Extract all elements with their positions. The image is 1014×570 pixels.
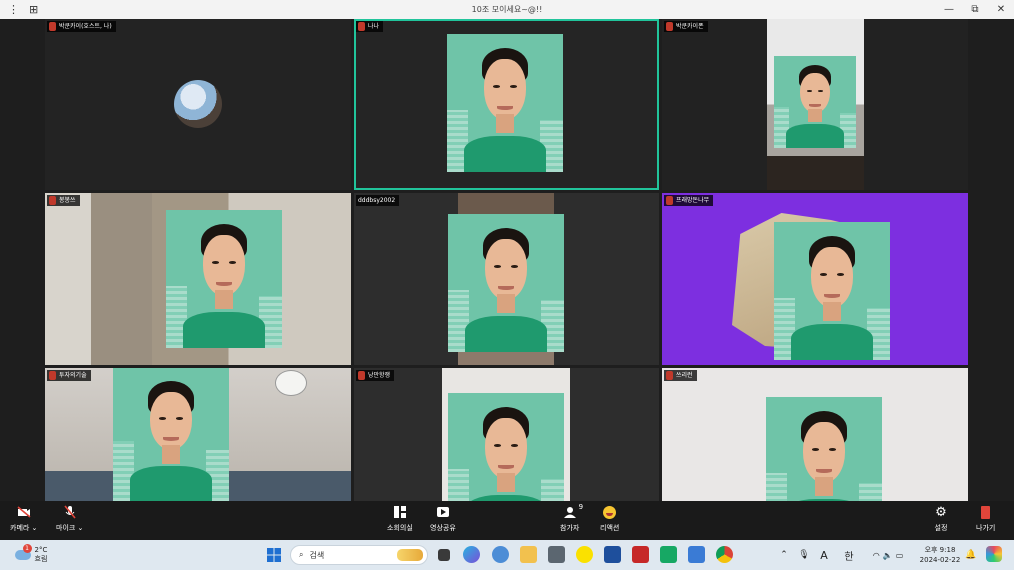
- leave-button[interactable]: 나가기: [976, 505, 995, 533]
- video-grid: 박쿤카이(호스트, 나) 나나 박쿤카이폰 봉봉쓰 dddbsy2002 프래망…: [0, 19, 1014, 501]
- participant-video: [448, 214, 564, 352]
- kakaotalk-icon[interactable]: [576, 546, 593, 563]
- mic-muted-icon: [49, 371, 56, 380]
- share-video-button[interactable]: 영상공유: [430, 505, 456, 533]
- colorful-app-icon[interactable]: [986, 546, 1002, 562]
- video-tile[interactable]: 박쿤카이(호스트, 나): [45, 19, 351, 190]
- file-explorer-icon[interactable]: [520, 546, 537, 563]
- gear-icon: ⚙: [935, 504, 947, 520]
- participant-label: 낭만항쟁: [356, 370, 395, 381]
- notepad-icon[interactable]: [688, 546, 705, 563]
- video-tile[interactable]: 낭만항쟁: [354, 368, 659, 501]
- app-icon-red[interactable]: [632, 546, 649, 563]
- participant-label: 박쿤카이폰: [664, 21, 708, 32]
- video-tile-active[interactable]: 나나: [354, 19, 659, 190]
- play-icon: [436, 505, 450, 519]
- mic-button[interactable]: 마이크 ⌄: [56, 505, 83, 533]
- breakout-room-button[interactable]: 소회의실: [387, 505, 413, 533]
- camera-off-icon: [17, 505, 31, 519]
- participant-video: [448, 393, 564, 501]
- grid-icon[interactable]: ⊞: [29, 3, 38, 16]
- participant-video: [766, 397, 882, 501]
- video-tile[interactable]: 봉봉쓰: [45, 193, 351, 365]
- minimize-button[interactable]: —: [936, 0, 962, 19]
- mic-muted-icon: [666, 196, 673, 205]
- camera-button[interactable]: 카메라 ⌄: [10, 505, 37, 533]
- participant-video: [774, 56, 856, 148]
- more-vertical-icon[interactable]: ⋮: [8, 3, 19, 16]
- participant-video: [774, 222, 890, 360]
- video-tile[interactable]: 투자의기술: [45, 368, 351, 501]
- search-icon: ⌕: [299, 550, 304, 559]
- person-icon: 9: [563, 503, 583, 519]
- reaction-button[interactable]: 리액션: [600, 505, 619, 533]
- calculator-icon[interactable]: [548, 546, 565, 563]
- participant-label: 쓰리런: [664, 370, 697, 381]
- mic-off-icon: [63, 505, 77, 519]
- taskbar-search[interactable]: ⌕ 검색: [290, 545, 428, 565]
- video-tile[interactable]: 박쿤카이폰: [662, 19, 968, 190]
- participant-label: 봉봉쓰: [47, 195, 80, 206]
- mic-muted-icon: [358, 371, 365, 380]
- cloud-icon: 1: [14, 544, 32, 560]
- mic-muted-icon: [666, 371, 673, 380]
- task-view-icon[interactable]: [438, 549, 450, 561]
- volume-muted-icon: 🔈: [882, 550, 893, 560]
- wall-clock: [275, 370, 307, 396]
- mic-muted-icon: [358, 22, 365, 31]
- video-tile[interactable]: 프래망돈나무: [662, 193, 968, 365]
- title-bar: ⋮ ⊞ 10조 모이세요~@!! — ⧉ ✕: [0, 0, 1014, 19]
- participants-button[interactable]: 9 참가자: [560, 503, 583, 533]
- meet-icon[interactable]: [660, 546, 677, 563]
- participant-video: [113, 368, 229, 501]
- window-title: 10조 모이세요~@!!: [471, 5, 543, 14]
- clock[interactable]: 오후 9:18 2024-02-22: [918, 544, 962, 566]
- breakout-icon: [393, 505, 407, 519]
- copilot-icon[interactable]: [463, 546, 480, 563]
- windows-icon: [267, 548, 281, 562]
- network-volume-battery[interactable]: ◠ 🔈 ▭: [866, 548, 910, 562]
- notification-bell-icon[interactable]: 🔔: [965, 549, 976, 561]
- start-button[interactable]: [266, 547, 282, 563]
- participant-label: 나나: [356, 21, 384, 32]
- exit-icon: [979, 505, 993, 519]
- participant-label: dddbsy2002: [356, 195, 400, 206]
- video-tile[interactable]: 쓰리런: [662, 368, 968, 501]
- weather-widget[interactable]: 1 2°C 흐림: [10, 544, 52, 566]
- taskbar: 1 2°C 흐림 ⌕ 검색 ⌃ 🎙 A 한 ◠ 🔈 ▭ 오후 9:18 2024…: [0, 540, 1014, 570]
- video-tile[interactable]: dddbsy2002: [354, 193, 659, 365]
- settings-app-icon[interactable]: [492, 546, 509, 563]
- mic-muted-icon: [49, 196, 56, 205]
- meeting-controls: 카메라 ⌄ 마이크 ⌄ 소회의실 영상공유 9 참가자 리액션 ⚙ 설정 나가기: [0, 501, 1014, 540]
- settings-button[interactable]: ⚙ 설정: [934, 505, 948, 533]
- mic-muted-icon: [666, 22, 673, 31]
- participant-label: 투자의기술: [47, 370, 91, 381]
- tray-chevron-icon[interactable]: ⌃: [778, 548, 790, 562]
- chrome-icon[interactable]: [716, 546, 733, 563]
- participant-label: 박쿤카이(호스트, 나): [47, 21, 116, 32]
- battery-icon: ▭: [895, 550, 904, 560]
- app-icon-blue[interactable]: [604, 546, 621, 563]
- emoji-icon: [603, 505, 617, 519]
- participant-video: [447, 34, 563, 172]
- avatar: [174, 80, 222, 128]
- restore-button[interactable]: ⧉: [962, 0, 988, 19]
- ime-mode[interactable]: A: [818, 547, 830, 563]
- mic-muted-icon: [49, 22, 56, 31]
- tray-mic-icon[interactable]: 🎙: [798, 548, 810, 562]
- wifi-icon: ◠: [872, 550, 880, 560]
- search-highlight-icon: [397, 549, 423, 561]
- ime-hangul[interactable]: 한: [842, 547, 856, 563]
- close-button[interactable]: ✕: [988, 0, 1014, 19]
- participant-video: [166, 210, 282, 348]
- participant-label: 프래망돈나무: [664, 195, 714, 206]
